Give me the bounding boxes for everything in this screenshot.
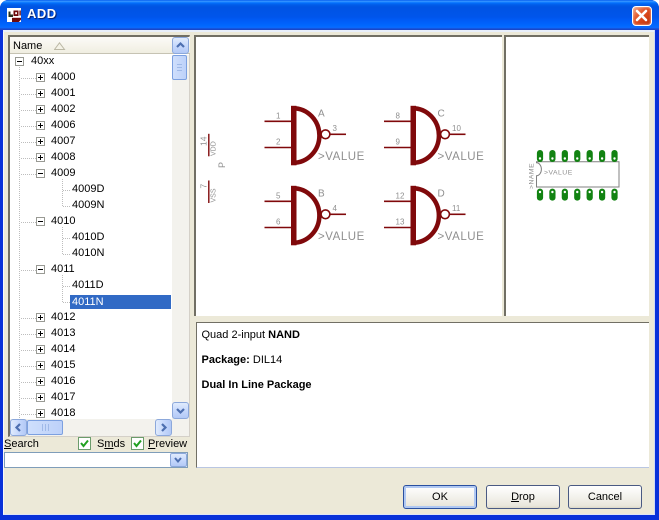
svg-text:7: 7 [199,184,209,189]
svg-text:3: 3 [333,124,338,133]
svg-text:>VALUE: >VALUE [318,151,365,163]
svg-text:>VALUE: >VALUE [438,151,485,163]
svg-text:8: 8 [396,112,401,121]
svg-text:10: 10 [452,124,461,133]
svg-text:5: 5 [276,192,281,201]
svg-text:14: 14 [199,136,209,146]
svg-text:D: D [438,189,445,200]
svg-text:A: A [318,109,325,120]
svg-text:4: 4 [333,204,338,213]
svg-text:2: 2 [276,138,281,147]
svg-text:B: B [318,189,325,200]
svg-text:>VALUE: >VALUE [318,231,365,243]
svg-text:11: 11 [452,204,461,213]
svg-text:P: P [217,162,227,168]
svg-text:C: C [438,109,445,120]
svg-text:13: 13 [396,218,405,227]
svg-text:6: 6 [276,218,281,227]
svg-text:9: 9 [396,138,401,147]
svg-text:>VALUE: >VALUE [544,170,573,177]
svg-text:>NAME: >NAME [529,163,536,189]
svg-text:>VALUE: >VALUE [438,231,485,243]
svg-text:1: 1 [276,112,281,121]
svg-text:VDD: VDD [211,141,218,156]
svg-text:VSS: VSS [211,188,218,202]
svg-text:12: 12 [396,192,405,201]
